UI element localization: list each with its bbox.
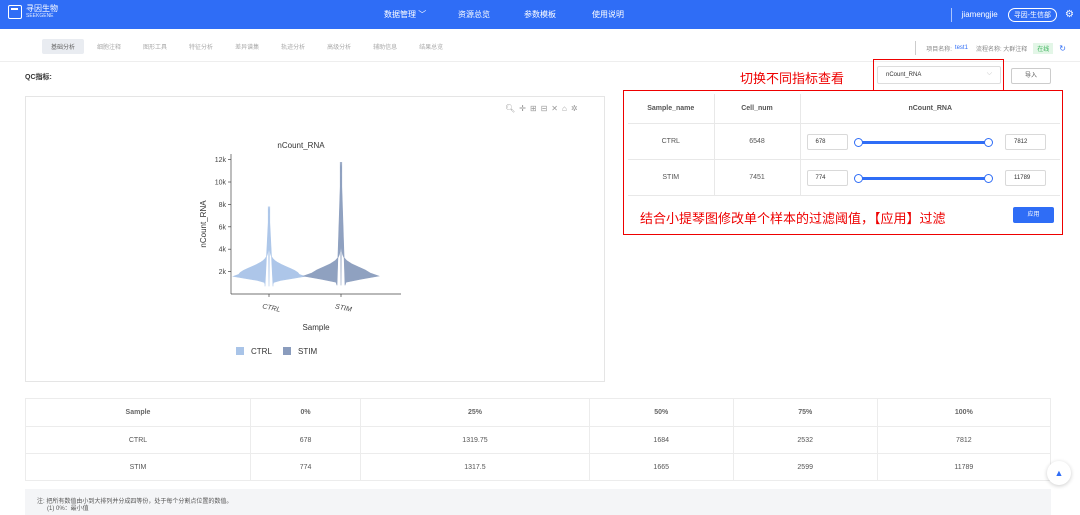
table-cell: STIM — [25, 453, 251, 481]
range-slider: 678 7812 — [800, 123, 1060, 160]
table-cell: 678 — [249, 426, 362, 454]
table-cell: 1665 — [588, 453, 734, 481]
max-input[interactable]: 11789 — [1005, 169, 1046, 186]
table-row: CTRL 678 1319.75 1684 2532 7812 — [25, 426, 1052, 454]
slider-handle-min[interactable] — [853, 137, 863, 147]
slider-track[interactable] — [853, 137, 993, 147]
slider-handle-max[interactable] — [984, 173, 993, 183]
legend-swatch — [236, 347, 244, 355]
quantile-table: Sample 0% 25% 50% 75% 100% CTRL 678 1319… — [25, 398, 1052, 481]
column-header: Sample_name — [628, 94, 715, 124]
table-cell: 1317.5 — [360, 453, 590, 481]
quantile-note: 注: 把所有数值由小到大排列并分成四等份，处于每个分割点位置的数值。 (1) 0… — [25, 489, 1051, 515]
slider-track[interactable] — [853, 173, 993, 183]
y-tick-label: 12k — [215, 157, 227, 164]
sample-name: CTRL — [628, 123, 715, 160]
violin-ctrl — [232, 206, 306, 287]
scroll-top-button[interactable]: ▲ — [1047, 461, 1071, 485]
y-tick-label: 6k — [219, 224, 227, 231]
y-tick-label: 2k — [219, 269, 227, 276]
column-header: 75% — [732, 398, 878, 427]
x-tick-label: CTRL — [262, 303, 281, 314]
column-header: 50% — [588, 398, 734, 427]
table-cell: 2599 — [732, 453, 878, 481]
y-tick-label: 4k — [219, 247, 227, 254]
legend-label: STIM — [298, 347, 317, 356]
y-tick-label: 10k — [215, 180, 227, 187]
column-header: Sample — [25, 398, 251, 427]
min-input[interactable]: 678 — [806, 133, 848, 150]
column-header: nCount_RNA — [800, 94, 1060, 124]
slider-handle-max[interactable] — [984, 137, 993, 147]
column-header: 0% — [249, 398, 362, 427]
table-cell: 1684 — [588, 426, 734, 454]
column-header: 100% — [876, 398, 1052, 427]
y-axis-label: nCount_RNA — [199, 200, 208, 248]
note-line: 注: 把所有数值由小到大排列并分成四等份，处于每个分割点位置的数值。 — [37, 499, 233, 505]
table-cell: CTRL — [25, 426, 251, 454]
table-row: STIM 7451 774 11789 — [628, 159, 1060, 196]
y-tick-label: 8k — [219, 202, 227, 209]
chart-title: nCount_RNA — [277, 141, 325, 150]
min-input[interactable]: 774 — [806, 169, 848, 186]
table-row: CTRL 6548 678 7812 — [628, 123, 1060, 160]
table-cell: 1319.75 — [360, 426, 590, 454]
column-header: 25% — [360, 398, 590, 427]
range-slider: 774 11789 — [800, 159, 1060, 196]
legend-swatch — [283, 347, 291, 355]
filter-table: Sample_name Cell_num nCount_RNA CTRL 654… — [628, 94, 1060, 196]
table-cell: 7812 — [876, 426, 1052, 454]
slider-handle-min[interactable] — [853, 173, 863, 183]
table-cell: 2532 — [732, 426, 878, 454]
column-header: Cell_num — [714, 94, 801, 124]
violin-stim — [302, 161, 380, 286]
apply-button[interactable]: 应用 — [1013, 207, 1054, 223]
x-tick-label: STIM — [334, 303, 352, 313]
x-axis-label: Sample — [302, 323, 330, 332]
table-cell: 774 — [249, 453, 362, 481]
max-input[interactable]: 7812 — [1005, 133, 1046, 150]
cell-num: 7451 — [714, 159, 801, 196]
table-row: STIM 774 1317.5 1665 2599 11789 — [25, 453, 1052, 481]
cell-num: 6548 — [714, 123, 801, 160]
legend-label: CTRL — [251, 347, 272, 356]
note-line: (1) 0%：最小值 — [47, 506, 89, 512]
table-cell: 11789 — [876, 453, 1052, 481]
sample-name: STIM — [628, 159, 715, 196]
annotation-apply-filter: 结合小提琴图修改单个样本的过滤阈值，【应用】过滤 — [640, 212, 946, 227]
